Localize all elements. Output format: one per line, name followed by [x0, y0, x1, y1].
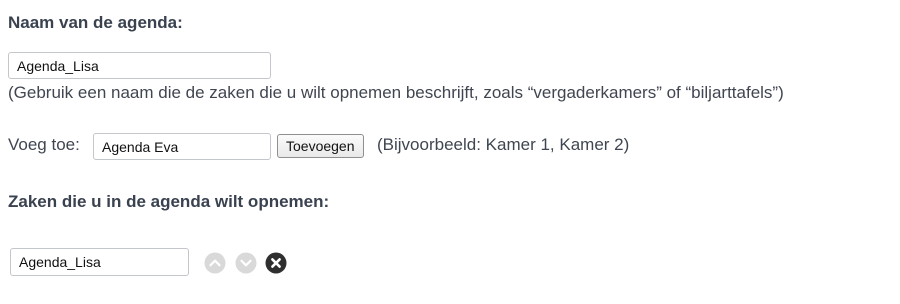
chevron-down-icon — [235, 252, 257, 274]
close-icon — [265, 252, 287, 274]
calendar-name-input[interactable] — [8, 52, 271, 79]
chevron-up-icon — [204, 252, 226, 274]
add-item-button[interactable]: Toevoegen — [277, 134, 364, 158]
add-item-label: Voeg toe: — [8, 135, 80, 154]
calendar-settings-form: Naam van de agenda: (Gebruik een naam di… — [0, 0, 900, 304]
add-item-input[interactable] — [93, 133, 271, 160]
items-section-heading: Zaken die u in de agenda wilt opnemen: — [8, 192, 330, 211]
remove-item-button[interactable] — [265, 252, 287, 274]
item-name-input[interactable] — [10, 248, 189, 276]
calendar-name-heading: Naam van de agenda: — [8, 13, 183, 32]
calendar-name-hint: (Gebruik een naam die de zaken die u wil… — [8, 83, 784, 102]
move-down-button[interactable] — [235, 252, 257, 274]
move-up-button[interactable] — [204, 252, 226, 274]
add-item-example: (Bijvoorbeeld: Kamer 1, Kamer 2) — [377, 135, 630, 154]
